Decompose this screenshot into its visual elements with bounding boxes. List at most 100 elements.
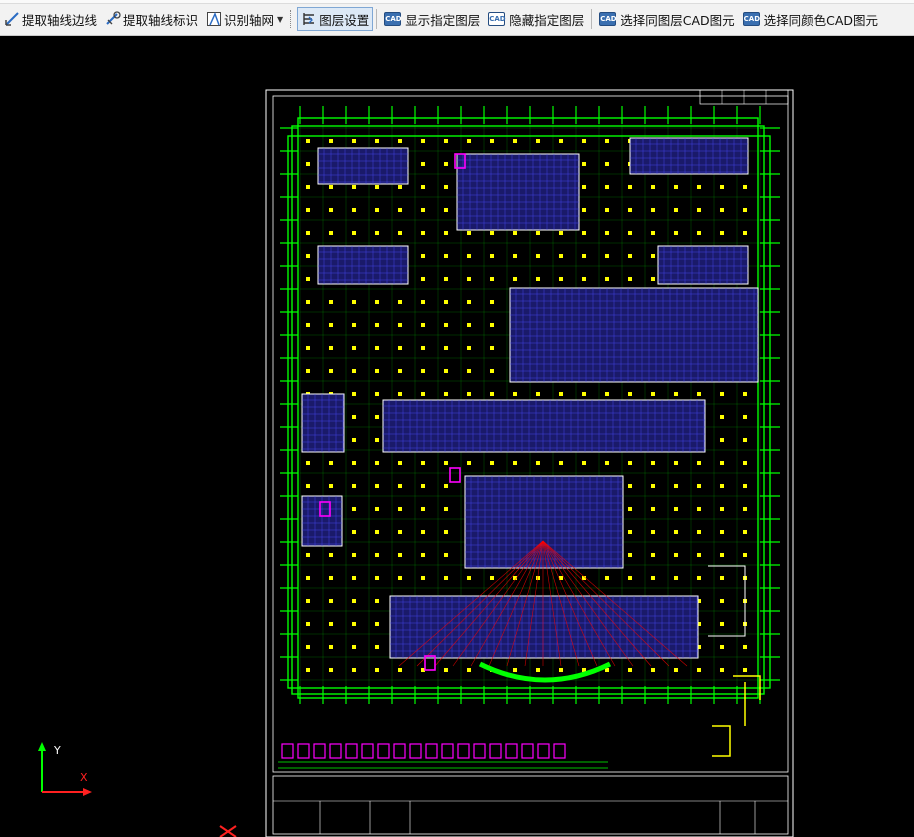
structural-column: [398, 369, 402, 373]
structural-column: [536, 139, 540, 143]
axis-label-icon: [105, 11, 121, 27]
structural-column: [421, 484, 425, 488]
structural-column: [306, 369, 310, 373]
chevron-down-icon[interactable]: ▼: [277, 15, 283, 24]
building-block-outline: [382, 399, 706, 453]
structural-column: [352, 392, 356, 396]
structural-column: [421, 185, 425, 189]
hide-layer-button[interactable]: CAD 隐藏指定图层: [484, 7, 588, 31]
show-layer-button[interactable]: CAD 显示指定图层: [380, 7, 484, 31]
cad-select-layer-icon: CAD: [599, 12, 617, 26]
structural-column: [536, 254, 540, 258]
structural-column: [490, 346, 494, 350]
structural-column: [421, 461, 425, 465]
select-same-layer-button[interactable]: CAD 选择同图层CAD图元: [595, 7, 738, 31]
structural-column: [398, 484, 402, 488]
structural-column: [513, 254, 517, 258]
structural-column: [329, 346, 333, 350]
building-block: [629, 137, 749, 175]
cad-show-icon: CAD: [384, 12, 402, 26]
structural-column: [352, 438, 356, 442]
structural-column: [720, 484, 724, 488]
floor-plan-drawing: Y X: [38, 89, 794, 837]
structural-column: [720, 438, 724, 442]
structural-column: [467, 323, 471, 327]
structural-column: [352, 507, 356, 511]
structural-column: [490, 277, 494, 281]
structural-column: [536, 461, 540, 465]
building-block-outline: [464, 475, 624, 569]
structural-column: [421, 254, 425, 258]
select-same-color-button[interactable]: CAD 选择同颜色CAD图元: [739, 7, 882, 31]
select-same-layer-label: 选择同图层CAD图元: [620, 12, 735, 28]
structural-column: [582, 208, 586, 212]
structural-column: [306, 576, 310, 580]
structural-column: [582, 231, 586, 235]
toolbar-top-strip: [0, 0, 914, 4]
extract-axis-label-button[interactable]: 提取轴线标识: [101, 7, 202, 31]
layer-settings-button[interactable]: 图层设置: [297, 7, 374, 31]
structural-column: [421, 392, 425, 396]
structural-column: [444, 484, 448, 488]
cad-drawing-canvas[interactable]: Y X: [0, 36, 914, 837]
structural-column: [743, 553, 747, 557]
structural-column: [697, 553, 701, 557]
structural-column: [467, 369, 471, 373]
building-block: [301, 495, 343, 547]
structural-column: [628, 392, 632, 396]
structural-column: [467, 461, 471, 465]
structural-column: [720, 576, 724, 580]
building-block: [456, 153, 580, 231]
legend-tag: [377, 743, 390, 759]
structural-column: [352, 346, 356, 350]
structural-column: [674, 392, 678, 396]
structural-column: [352, 231, 356, 235]
structural-column: [421, 300, 425, 304]
legend-tag: [553, 743, 566, 759]
building-block: [382, 399, 706, 453]
structural-column: [329, 300, 333, 304]
legend-tag: [521, 743, 534, 759]
extract-axis-edge-button[interactable]: 提取轴线边线: [0, 7, 101, 31]
legend-tag: [393, 743, 406, 759]
extract-axis-edge-label: 提取轴线边线: [22, 12, 98, 28]
structural-column: [605, 461, 609, 465]
building-block-outline: [301, 393, 345, 453]
toolbar-grip[interactable]: [290, 10, 294, 28]
structural-column: [605, 576, 609, 580]
building-block-outline: [629, 137, 749, 175]
structural-column: [444, 530, 448, 534]
structural-column: [444, 208, 448, 212]
structural-column: [651, 277, 655, 281]
structural-column: [352, 668, 356, 672]
structural-column: [605, 139, 609, 143]
structural-column: [467, 231, 471, 235]
structural-column: [329, 645, 333, 649]
structural-column: [421, 162, 425, 166]
structural-column: [306, 346, 310, 350]
structural-column: [398, 668, 402, 672]
structural-column: [375, 668, 379, 672]
structural-column: [605, 254, 609, 258]
structural-column: [720, 392, 724, 396]
structural-column: [306, 162, 310, 166]
structural-column: [513, 277, 517, 281]
structural-column: [559, 277, 563, 281]
structural-column: [329, 323, 333, 327]
structural-column: [375, 231, 379, 235]
structural-column: [628, 507, 632, 511]
layer-settings-icon: [301, 11, 317, 27]
structural-column: [329, 208, 333, 212]
structural-column: [467, 139, 471, 143]
structural-column: [444, 254, 448, 258]
structural-column: [352, 323, 356, 327]
structural-column: [697, 208, 701, 212]
structural-column: [329, 553, 333, 557]
building-block: [509, 287, 759, 383]
identify-axis-grid-button[interactable]: 识别轴网 ▼: [202, 7, 287, 31]
building-block-outline: [317, 245, 409, 285]
structural-column: [674, 668, 678, 672]
structural-column: [375, 139, 379, 143]
structural-column: [375, 185, 379, 189]
structural-column: [352, 300, 356, 304]
